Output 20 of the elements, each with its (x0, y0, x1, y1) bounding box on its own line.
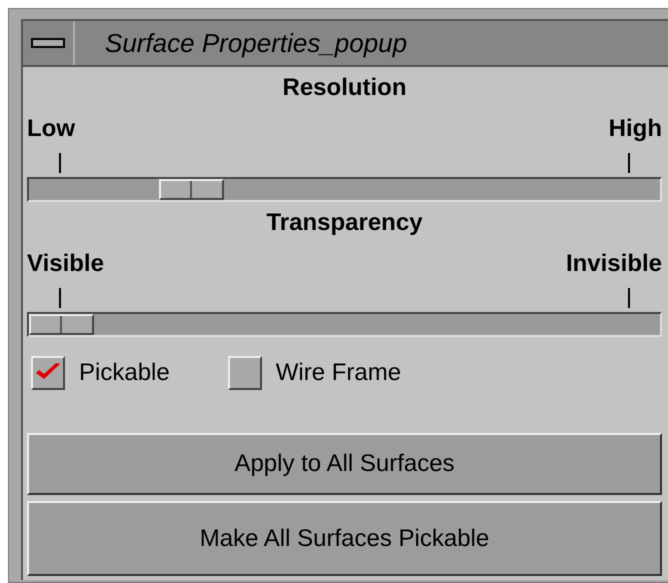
slider-label: Resolution (282, 73, 408, 103)
checkbox[interactable] (228, 356, 262, 390)
max-label: High (608, 114, 662, 144)
checkbox-label: Pickable (79, 358, 170, 388)
menu-bar-icon (31, 37, 65, 49)
slider-thumb[interactable] (29, 314, 94, 335)
tick-mark (59, 153, 61, 173)
action-button[interactable]: Apply to All Surfaces (27, 433, 662, 495)
max-label: Invisible (566, 249, 662, 279)
action-button[interactable]: Make All Surfaces Pickable (27, 501, 662, 576)
tick-mark (59, 288, 61, 308)
window-title: Surface Properties_popup (105, 26, 408, 60)
slider-thumb[interactable] (159, 179, 224, 200)
checkbox-label: Wire Frame (276, 358, 402, 388)
tick-mark (628, 288, 630, 308)
slider-label: Transparency (265, 208, 424, 238)
tick-mark (628, 153, 630, 173)
min-label: Low (27, 114, 75, 144)
checkbox[interactable] (31, 356, 65, 390)
min-label: Visible (27, 249, 104, 279)
